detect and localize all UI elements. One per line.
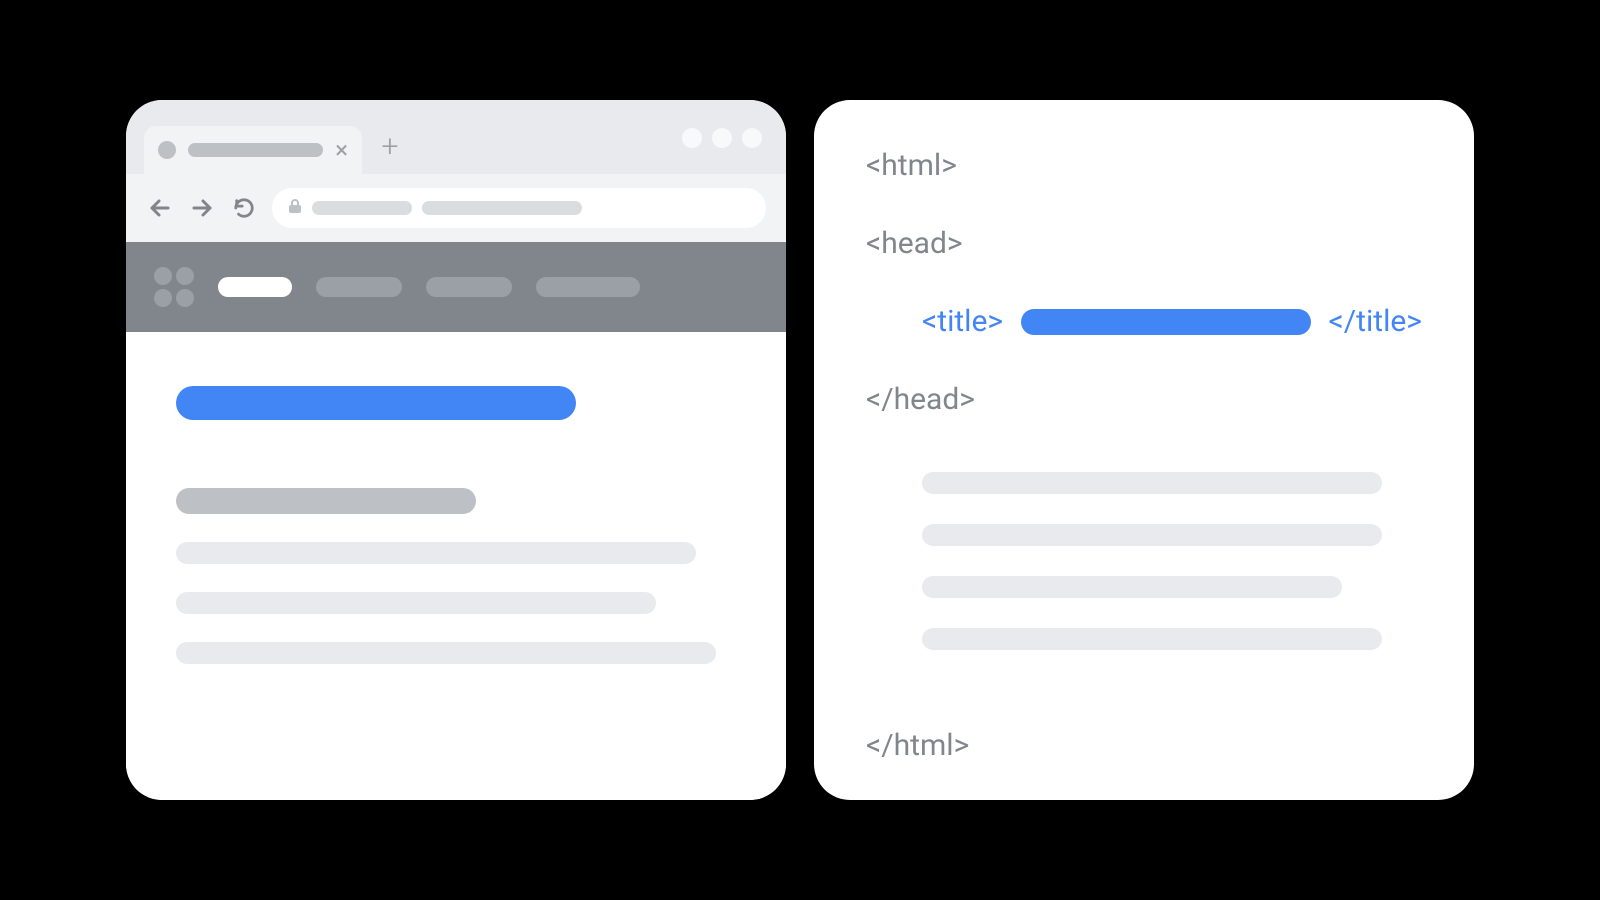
nav-item[interactable] (316, 277, 402, 297)
browser-window: × + (126, 100, 786, 800)
window-controls (682, 128, 762, 148)
app-logo-icon (154, 267, 194, 307)
code-tag-title-open: <title> (922, 304, 1003, 340)
nav-item-active[interactable] (218, 277, 292, 297)
code-tag-html-open: <html> (866, 148, 1422, 184)
reload-icon (233, 197, 255, 219)
code-tag-head-open: <head> (866, 226, 1422, 262)
back-button[interactable] (146, 194, 174, 222)
window-control-dot[interactable] (682, 128, 702, 148)
paragraph-line-placeholder (176, 592, 656, 614)
url-segment-placeholder (422, 201, 582, 215)
favicon-placeholder-icon (158, 141, 176, 159)
body-line-placeholder (922, 628, 1382, 650)
lock-icon (288, 198, 302, 218)
nav-item[interactable] (426, 277, 512, 297)
section-heading-placeholder (176, 488, 476, 514)
new-tab-button[interactable]: + (376, 129, 404, 164)
arrow-right-icon (190, 196, 214, 220)
code-title-line: <title> </title> (866, 304, 1422, 340)
browser-tab[interactable]: × (144, 126, 362, 174)
tab-title-placeholder (188, 143, 323, 157)
window-control-dot[interactable] (742, 128, 762, 148)
window-control-dot[interactable] (712, 128, 732, 148)
url-segment-placeholder (312, 201, 412, 215)
body-line-placeholder (922, 524, 1382, 546)
paragraph-line-placeholder (176, 642, 716, 664)
body-line-placeholder (922, 472, 1382, 494)
forward-button[interactable] (188, 194, 216, 222)
code-tag-html-close: </html> (866, 728, 1422, 764)
paragraph-line-placeholder (176, 542, 696, 564)
arrow-left-icon (148, 196, 172, 220)
address-bar[interactable] (272, 188, 766, 228)
code-tag-head-close: </head> (866, 382, 1422, 418)
close-tab-icon[interactable]: × (335, 138, 348, 162)
title-content-placeholder (1021, 309, 1310, 335)
browser-toolbar (126, 174, 786, 242)
page-content (126, 332, 786, 800)
nav-item[interactable] (536, 277, 640, 297)
code-body-placeholder (866, 472, 1422, 680)
reload-button[interactable] (230, 194, 258, 222)
page-title-placeholder (176, 386, 576, 420)
tab-strip: × + (126, 100, 786, 174)
body-line-placeholder (922, 576, 1342, 598)
html-source-card: <html> <head> <title> </title> </head> <… (814, 100, 1474, 800)
site-header (126, 242, 786, 332)
code-tag-title-close: </title> (1329, 304, 1422, 340)
